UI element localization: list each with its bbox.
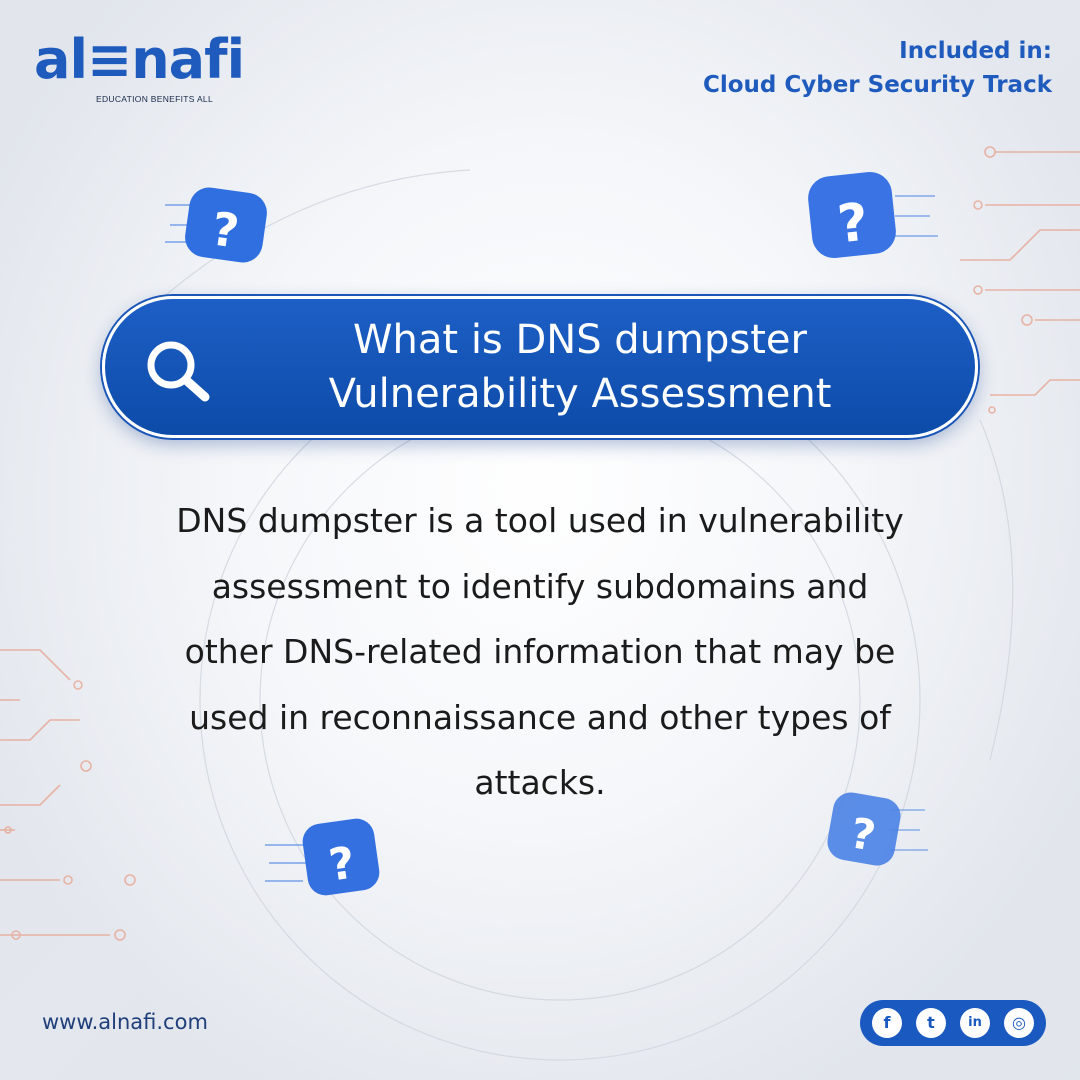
logo-wordmark: al≡nafi xyxy=(34,28,245,91)
included-label: Included in: xyxy=(899,38,1052,64)
search-icon xyxy=(147,341,210,402)
title-banner: What is DNS dumpster Vulnerability Asses… xyxy=(102,296,978,438)
description-line: used in reconnaissance and other types o… xyxy=(189,697,891,737)
description-line: DNS dumpster is a tool used in vulnerabi… xyxy=(176,501,904,540)
logo-tagline: EDUCATION BENEFITS ALL xyxy=(96,94,213,104)
page-title: What is DNS dumpster Vulnerability Asses… xyxy=(235,313,925,421)
title-line: What is DNS dumpster xyxy=(353,317,807,363)
track-name: Cloud Cyber Security Track xyxy=(702,72,1052,98)
question-icon: ? xyxy=(808,172,938,258)
question-icon: ? xyxy=(265,818,380,896)
website-link[interactable]: www.alnafi.com xyxy=(42,1010,208,1034)
description-line: other DNS-related information that may b… xyxy=(184,632,896,671)
instagram-icon[interactable]: ◎ xyxy=(1004,1008,1034,1038)
title-line: Vulnerability Assessment xyxy=(328,371,832,417)
description-line: assessment to identify subdomains and xyxy=(211,566,869,606)
svg-text:?: ? xyxy=(835,193,871,256)
description: DNS dumpster is a tool used in vulnerabi… xyxy=(110,488,970,816)
track-info: Included in: Cloud Cyber Security Track xyxy=(703,34,1052,102)
twitter-icon[interactable]: t xyxy=(916,1008,946,1038)
description-line: attacks. xyxy=(474,763,606,802)
question-icon: ? xyxy=(165,187,267,263)
social-links: f t in ◎ xyxy=(860,1000,1046,1046)
alnafi-logo[interactable]: al≡nafi EDUCATION BENEFITS ALL xyxy=(34,30,254,108)
facebook-icon[interactable]: f xyxy=(872,1008,902,1038)
linkedin-icon[interactable]: in xyxy=(960,1008,990,1038)
